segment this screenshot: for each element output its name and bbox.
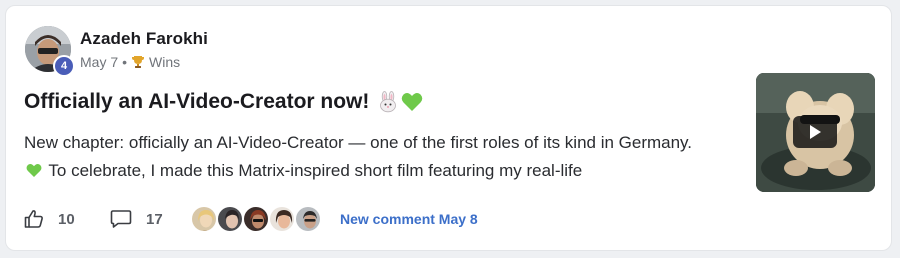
author-avatar-wrap[interactable]: 4 xyxy=(25,26,75,77)
level-badge: 4 xyxy=(53,55,75,77)
post-title[interactable]: Officially an AI-Video-Creator now! xyxy=(24,90,369,114)
rabbit-icon xyxy=(380,91,397,113)
green-heart-icon xyxy=(26,163,42,178)
post-body[interactable]: New chapter: officially an AI-Video-Crea… xyxy=(24,129,704,185)
commenter-avatar[interactable] xyxy=(190,205,218,233)
post-meta: May 7 • Wins xyxy=(80,54,180,70)
post-date[interactable]: May 7 xyxy=(80,54,118,70)
post-body-part2: To celebrate, I made this Matrix-inspire… xyxy=(48,161,583,180)
play-icon xyxy=(810,125,821,139)
green-heart-icon xyxy=(402,93,423,111)
comment-count: 17 xyxy=(146,210,163,228)
commenter-avatar[interactable] xyxy=(268,205,296,233)
like-button[interactable]: 10 xyxy=(24,209,110,229)
video-thumbnail[interactable] xyxy=(756,73,875,192)
trophy-icon xyxy=(131,55,145,69)
post-body-part1: New chapter: officially an AI-Video-Crea… xyxy=(24,133,693,152)
category-label[interactable]: Wins xyxy=(149,54,180,70)
commenter-avatar[interactable] xyxy=(216,205,244,233)
comment-icon xyxy=(110,210,132,228)
commenter-avatar[interactable] xyxy=(294,205,322,233)
new-comment-link[interactable]: New comment May 8 xyxy=(340,211,478,227)
post-card[interactable]: 4 Azadeh Farokhi May 7 • Wins Officially… xyxy=(5,5,892,251)
thumbs-up-icon xyxy=(24,210,43,228)
comment-button[interactable]: 17 xyxy=(110,209,190,229)
commenter-avatar[interactable] xyxy=(242,205,270,233)
post-footer: 10 17 New comment May 8 xyxy=(24,204,478,234)
author-name[interactable]: Azadeh Farokhi xyxy=(80,29,208,49)
title-emojis xyxy=(377,91,423,113)
post-title-row[interactable]: Officially an AI-Video-Creator now! xyxy=(24,90,423,114)
meta-separator: • xyxy=(122,54,128,70)
like-count: 10 xyxy=(58,210,75,228)
commenter-avatars[interactable] xyxy=(190,205,322,233)
play-button[interactable] xyxy=(793,116,837,148)
